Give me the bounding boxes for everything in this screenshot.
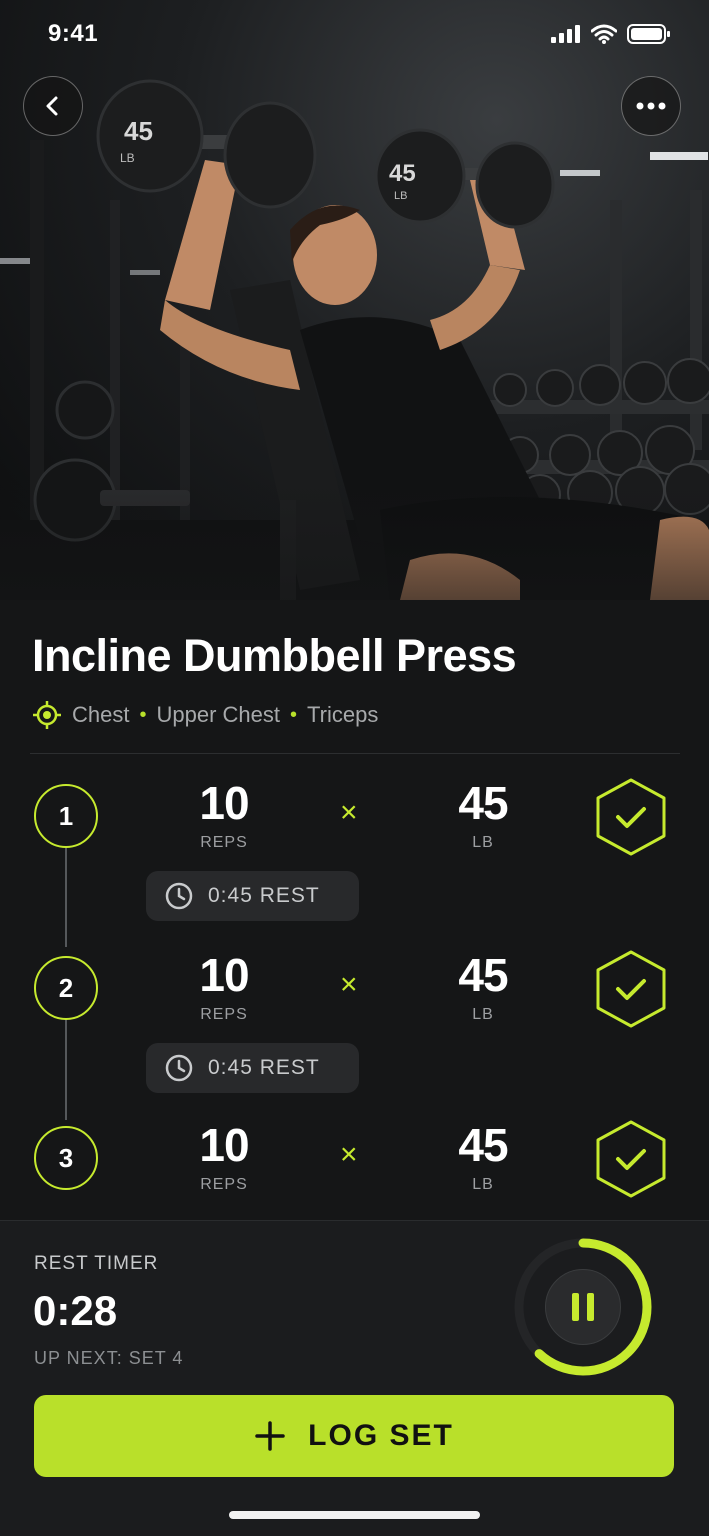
set-row: 1 10 REPS × 45 LB: [0, 776, 709, 856]
rest-label: 0:45 REST: [208, 884, 320, 907]
hero-image: 45 LB 45 LB 9:41: [0, 0, 709, 600]
check-hex-icon[interactable]: [594, 776, 668, 858]
battery-icon: [627, 24, 670, 44]
more-icon: [636, 102, 666, 110]
clock-icon: [165, 1054, 193, 1082]
muscle-secondary: Upper Chest: [156, 702, 281, 727]
reps-metric[interactable]: 10 REPS: [164, 952, 284, 1024]
reps-value: 10: [199, 1119, 249, 1171]
dumbbell-right-weight: 45: [389, 160, 416, 187]
weight-unit: LB: [472, 834, 494, 851]
target-icon: [33, 701, 61, 729]
reps-unit: REPS: [200, 1006, 248, 1023]
muscle-tertiary: Triceps: [307, 702, 379, 727]
set-number: 3: [34, 1126, 98, 1190]
muscle-separator: •: [290, 703, 298, 726]
reps-metric[interactable]: 10 REPS: [164, 780, 284, 852]
check-hex-icon[interactable]: [594, 1118, 668, 1200]
reps-unit: REPS: [200, 834, 248, 851]
reps-value: 10: [199, 777, 249, 829]
weight-metric[interactable]: 45 LB: [423, 1122, 543, 1194]
check-hex-icon[interactable]: [594, 948, 668, 1030]
weight-value: 45: [458, 949, 508, 1001]
weight-metric[interactable]: 45 LB: [423, 952, 543, 1024]
clock-icon: [165, 882, 193, 910]
exercise-content: Incline Dumbbell Press Chest • Upper Che…: [0, 600, 709, 1220]
set-number: 1: [34, 784, 98, 848]
wifi-icon: [591, 24, 617, 44]
pause-icon: [572, 1293, 579, 1321]
set-row: 2 10 REPS × 45 LB: [0, 948, 709, 1028]
muscle-groups: Chest • Upper Chest • Triceps: [32, 700, 378, 730]
status-bar: 9:41: [0, 0, 709, 70]
dumbbell-left-unit: LB: [120, 151, 135, 165]
rest-pill[interactable]: 0:45 REST: [146, 871, 359, 921]
reps-unit: REPS: [200, 1176, 248, 1193]
status-time: 9:41: [48, 20, 99, 47]
times-sign: ×: [340, 968, 358, 1001]
divider: [30, 753, 680, 754]
weight-metric[interactable]: 45 LB: [423, 780, 543, 852]
rest-timer-panel: REST TIMER 0:28 UP NEXT: SET 4 LOG SET: [0, 1220, 709, 1536]
hero-fade: [0, 480, 709, 600]
pause-icon: [587, 1293, 594, 1321]
set-number: 2: [34, 956, 98, 1020]
pause-button[interactable]: [545, 1269, 621, 1345]
home-indicator[interactable]: [229, 1511, 480, 1519]
back-button[interactable]: [23, 76, 83, 136]
exercise-title: Incline Dumbbell Press: [32, 630, 517, 681]
dumbbell-left-weight: 45: [124, 116, 153, 146]
set-row: 3 10 REPS × 45 LB: [0, 1118, 709, 1198]
muscle-primary: Chest: [72, 702, 130, 727]
weight-value: 45: [458, 1119, 508, 1171]
rest-timer-label: REST TIMER: [34, 1253, 159, 1274]
muscle-separator: •: [139, 703, 147, 726]
times-sign: ×: [340, 1138, 358, 1171]
weight-unit: LB: [472, 1176, 494, 1193]
up-next-label: UP NEXT: SET 4: [34, 1348, 184, 1368]
status-icons: [551, 24, 671, 44]
reps-value: 10: [199, 949, 249, 1001]
weight-unit: LB: [472, 1006, 494, 1023]
weight-value: 45: [458, 777, 508, 829]
rest-label: 0:45 REST: [208, 1056, 320, 1079]
dumbbell-right-unit: LB: [394, 190, 407, 202]
more-options-button[interactable]: [621, 76, 681, 136]
log-set-button[interactable]: LOG SET: [34, 1395, 674, 1477]
plus-icon: [255, 1421, 285, 1451]
log-set-label: LOG SET: [308, 1419, 454, 1452]
signal-icon: [551, 25, 580, 43]
back-arrow-icon: [46, 96, 58, 116]
rest-pill[interactable]: 0:45 REST: [146, 1043, 359, 1093]
reps-metric[interactable]: 10 REPS: [164, 1122, 284, 1194]
rest-timer-time: 0:28: [33, 1287, 118, 1334]
times-sign: ×: [340, 796, 358, 829]
